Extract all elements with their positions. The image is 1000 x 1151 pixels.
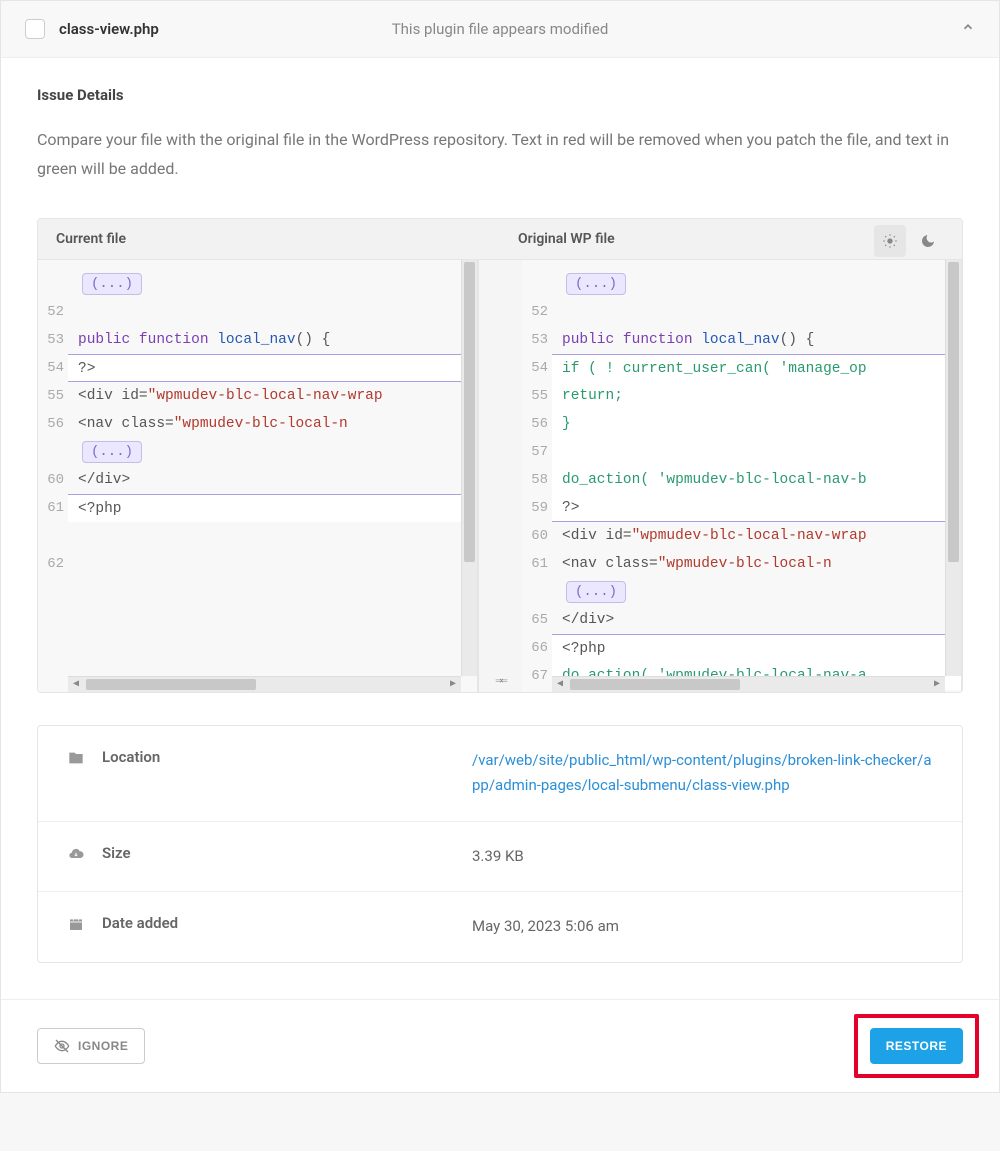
code-line: <?php (68, 494, 477, 522)
moon-icon (920, 233, 936, 249)
ignore-label: IGNORE (78, 1039, 128, 1053)
line-number: 60 (522, 522, 552, 550)
code-line: <nav class="wpmudev-blc-local-n (68, 410, 477, 438)
meta-size-label: Size (102, 844, 472, 862)
line-number: 61 (38, 494, 68, 522)
ignore-button[interactable]: IGNORE (37, 1028, 145, 1064)
line-number: 56 (38, 410, 68, 438)
code-line: </div> (68, 466, 477, 494)
line-number: 66 (522, 634, 552, 662)
scrollbar-vertical[interactable] (461, 260, 477, 676)
issue-details-title: Issue Details (37, 86, 963, 104)
fold-marker[interactable]: (...) (82, 441, 142, 463)
code-line: return; (552, 382, 961, 410)
issue-card: class-view.php This plugin file appears … (0, 0, 1000, 1093)
fold-marker[interactable]: (...) (566, 581, 626, 603)
code-line (68, 522, 477, 550)
chevron-up-icon[interactable] (961, 20, 975, 38)
card-footer: IGNORE RESTORE (1, 999, 999, 1092)
code-line: public function local_nav() { (552, 326, 961, 354)
line-number: 67 (522, 662, 552, 690)
line-number (522, 270, 552, 298)
line-number: 55 (38, 382, 68, 410)
code-line: <?php (552, 634, 961, 662)
code-line: <div id="wpmudev-blc-local-nav-wrap (552, 522, 961, 550)
diff-viewer: Current file Original WP file 5253545 (37, 218, 963, 693)
meta-size-value: 3.39 KB (472, 844, 932, 870)
cloud-download-icon (68, 844, 88, 866)
code-line: } (552, 410, 961, 438)
line-number: 53 (38, 326, 68, 354)
meta-date-label: Date added (102, 914, 472, 932)
diff-left-title: Current file (38, 219, 500, 259)
line-number (522, 578, 552, 606)
scrollbar-horizontal[interactable]: ◀ ▶ (68, 676, 461, 692)
scrollbar-horizontal[interactable]: ◀ ▶ (552, 676, 945, 692)
diff-center-gutter: ⇒⇐ (478, 260, 522, 692)
fold-marker[interactable]: (...) (566, 273, 626, 295)
code-line: public function local_nav() { (68, 326, 477, 354)
code-line: ?> (68, 354, 477, 382)
restore-button[interactable]: RESTORE (870, 1028, 963, 1064)
line-number: 57 (522, 438, 552, 466)
line-number: 58 (522, 466, 552, 494)
line-number: 59 (522, 494, 552, 522)
code-line: </div> (552, 606, 961, 634)
file-name: class-view.php (59, 20, 159, 38)
code-line: (...) (68, 438, 477, 466)
code-line: <div id="wpmudev-blc-local-nav-wrap (68, 382, 477, 410)
meta-row-size: Size 3.39 KB (38, 822, 962, 893)
file-status: This plugin file appears modified (392, 20, 609, 38)
meta-location-link[interactable]: /var/web/site/public_html/wp-content/plu… (472, 751, 931, 795)
code-line: (...) (552, 270, 961, 298)
line-number: 52 (522, 298, 552, 326)
diff-right-pane[interactable]: 52535455565758596061 65666768 (...) publi… (522, 260, 962, 692)
meta-date-value: May 30, 2023 5:06 am (472, 914, 932, 940)
meta-location-label: Location (102, 748, 472, 766)
line-number: 54 (522, 354, 552, 382)
code-line: ?> (552, 494, 961, 522)
line-number: 68 (522, 690, 552, 692)
code-line: if ( ! current_user_can( 'manage_op (552, 354, 961, 382)
line-number: 65 (522, 606, 552, 634)
eye-off-icon (54, 1038, 70, 1054)
light-theme-button[interactable] (874, 225, 906, 257)
code-line: (...) (552, 578, 961, 606)
code-line: <nav class="wpmudev-blc-local-n (552, 550, 961, 578)
scrollbar-vertical[interactable] (945, 260, 961, 676)
card-header[interactable]: class-view.php This plugin file appears … (1, 1, 999, 58)
sun-icon (882, 233, 898, 249)
code-line (68, 298, 477, 326)
issue-details-description: Compare your file with the original file… (37, 126, 963, 184)
expand-icon[interactable]: ⇒⇐ (495, 673, 505, 688)
code-line (68, 550, 477, 578)
line-number: 56 (522, 410, 552, 438)
line-number: 61 (522, 550, 552, 578)
fold-marker[interactable]: (...) (82, 273, 142, 295)
line-number: 55 (522, 382, 552, 410)
restore-label: RESTORE (886, 1039, 947, 1053)
folder-icon (68, 748, 88, 770)
meta-row-location: Location /var/web/site/public_html/wp-co… (38, 726, 962, 822)
select-checkbox[interactable] (25, 19, 45, 39)
line-number: 54 (38, 354, 68, 382)
calendar-icon (68, 914, 88, 936)
code-line: do_action( 'wpmudev-blc-local-nav-b (552, 466, 961, 494)
line-number: 60 (38, 466, 68, 494)
line-number (38, 270, 68, 298)
meta-row-date: Date added May 30, 2023 5:06 am (38, 892, 962, 962)
code-line (552, 298, 961, 326)
dark-theme-button[interactable] (912, 225, 944, 257)
line-number (38, 522, 68, 550)
diff-left-pane[interactable]: 5253545556 6061 62 (...) public function l… (38, 260, 478, 692)
line-number: 62 (38, 550, 68, 578)
code-line (552, 438, 961, 466)
line-number: 52 (38, 298, 68, 326)
line-number (38, 438, 68, 466)
card-body: Issue Details Compare your file with the… (1, 58, 999, 999)
line-number: 53 (522, 326, 552, 354)
code-line: (...) (68, 270, 477, 298)
diff-header: Current file Original WP file (38, 219, 962, 260)
meta-table: Location /var/web/site/public_html/wp-co… (37, 725, 963, 963)
